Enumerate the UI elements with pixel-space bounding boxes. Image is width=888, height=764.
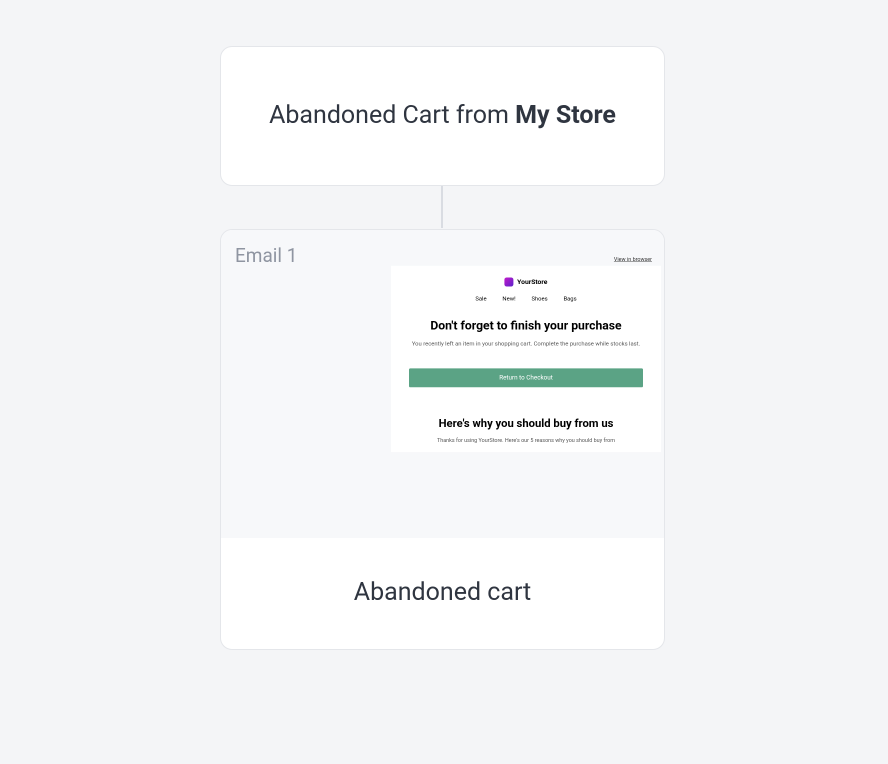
email-nav: Sale New! Shoes Bags: [409, 295, 643, 302]
view-in-browser-link: View in browser: [391, 255, 661, 266]
email-headline: Don't forget to finish your purchase: [409, 318, 643, 333]
workflow-start-title: Abandoned Cart from My Store: [269, 99, 616, 133]
return-to-checkout-button: Return to Checkout: [409, 368, 643, 387]
title-store-name: My Store: [515, 101, 616, 130]
store-name-text: YourStore: [517, 278, 547, 286]
workflow-start-card[interactable]: Abandoned Cart from My Store: [220, 46, 665, 186]
email-preview-pane: Email 1 View in browser YourStore Sale N…: [221, 230, 664, 538]
email-step-title: Abandoned cart: [241, 578, 644, 607]
email-headline-2: Here's why you should buy from us: [409, 417, 643, 431]
email-subtext: You recently left an item in your shoppi…: [409, 339, 643, 348]
email-preview-content: View in browser YourStore Sale New! Shoe…: [391, 255, 661, 452]
email-step-card[interactable]: Email 1 View in browser YourStore Sale N…: [220, 229, 665, 650]
automation-canvas: Abandoned Cart from My Store Email 1 Vie…: [0, 0, 888, 764]
email-step-badge: Email 1: [235, 244, 297, 267]
email-step-footer: Abandoned cart: [221, 538, 664, 649]
store-logo-icon: [505, 277, 514, 286]
email-nav-item: Shoes: [531, 295, 547, 302]
email-nav-item: New!: [502, 295, 515, 302]
email-subtext-2: Thanks for using YourStore. Here's our 5…: [409, 437, 643, 443]
email-nav-item: Sale: [475, 295, 486, 302]
email-nav-item: Bags: [563, 295, 576, 302]
email-brand: YourStore: [409, 277, 643, 286]
title-prefix-text: Abandoned Cart from: [269, 101, 515, 130]
connector-line: [441, 186, 443, 228]
